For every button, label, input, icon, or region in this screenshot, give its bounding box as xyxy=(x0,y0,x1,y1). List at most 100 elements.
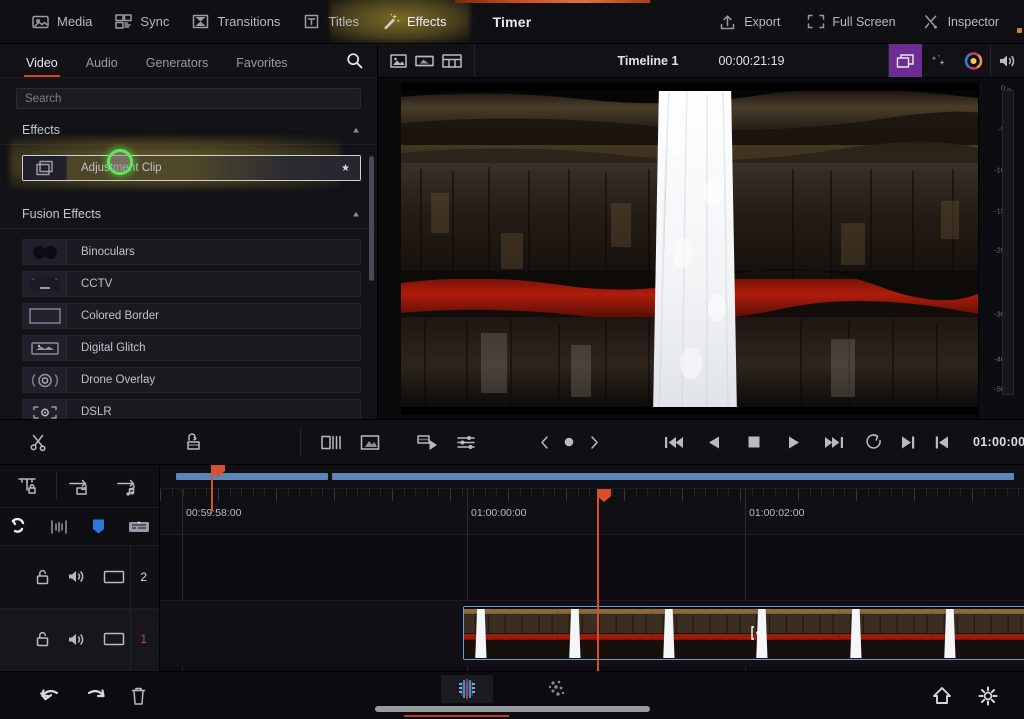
track-lock-button-2[interactable] xyxy=(34,568,51,586)
speaker-icon xyxy=(67,631,87,648)
snapshot-icon xyxy=(896,53,915,69)
lock-trim-button[interactable] xyxy=(0,465,56,507)
effects-sparkle-button[interactable] xyxy=(922,44,956,77)
jump-to-start-button[interactable] xyxy=(657,420,691,464)
favorite-star-icon[interactable]: ★ xyxy=(341,163,360,174)
timeline-ruler[interactable]: 00:59:58:00 01:00:00:00 01:00:02:00 xyxy=(160,489,1024,535)
audio-volume-icon xyxy=(998,53,1017,69)
effect-label-colored-border: Colored Border xyxy=(67,310,159,322)
ruler-tick xyxy=(1018,489,1019,496)
search-icon xyxy=(346,52,363,69)
mark-out-icon xyxy=(900,435,916,450)
place-on-top-button[interactable] xyxy=(411,420,445,464)
zoom-bar-segment-right[interactable] xyxy=(332,473,1014,480)
effect-item-drone-overlay[interactable]: Drone Overlay xyxy=(22,367,361,393)
timeline-tracks-area[interactable]: 00:59:58:00 01:00:00:00 01:00:02:00 xyxy=(160,465,1024,671)
keyboard-button[interactable] xyxy=(128,519,150,535)
timeline-zoom-scrollbar[interactable] xyxy=(160,465,1024,489)
next-marker-button[interactable] xyxy=(583,420,605,464)
current-timecode[interactable]: 01:00:00:23 xyxy=(959,435,1024,449)
ruler-tick xyxy=(775,489,776,496)
track-video-toggle-2[interactable] xyxy=(103,569,125,585)
track-header-2[interactable]: 2 xyxy=(0,546,159,608)
tab-favorites[interactable]: Favorites xyxy=(222,51,301,77)
split-viewer-icon[interactable] xyxy=(442,54,462,68)
jump-to-end-button[interactable] xyxy=(817,420,851,464)
overlay-edit-button[interactable] xyxy=(353,420,387,464)
zoom-bar-segment-left[interactable] xyxy=(176,473,328,480)
marker-blue-button[interactable] xyxy=(91,518,106,535)
ruler-tick xyxy=(241,489,242,496)
mark-out-button[interactable] xyxy=(891,420,925,464)
section-title-effects: Effects xyxy=(22,123,60,137)
tab-generators[interactable]: Generators xyxy=(132,51,223,77)
effect-item-colored-border[interactable]: Colored Border xyxy=(22,303,361,329)
effects-panel-scrollbar[interactable] xyxy=(369,156,374,281)
lock-trim-icon xyxy=(15,476,41,496)
track-lane-2[interactable] xyxy=(160,535,1024,601)
color-wheel-button[interactable] xyxy=(956,44,990,77)
play-icon xyxy=(787,435,801,450)
ruler-tick xyxy=(253,489,254,496)
audio-levels-icon xyxy=(456,434,476,451)
add-marker-button[interactable] xyxy=(557,420,581,464)
magnet-snap-button[interactable] xyxy=(9,518,27,536)
insert-clip-button[interactable] xyxy=(176,420,210,464)
video-track-icon xyxy=(103,631,125,647)
ruler-tick xyxy=(346,489,347,496)
flag-button[interactable] xyxy=(49,519,69,535)
audio-levels-button[interactable] xyxy=(449,420,483,464)
effects-library-tabs: Video Audio Generators Favorites xyxy=(0,44,377,78)
track-lock-button-1[interactable] xyxy=(34,630,51,648)
preview-image xyxy=(401,83,1001,415)
track-mute-button-2[interactable] xyxy=(67,568,87,585)
effect-item-cctv[interactable]: CCTV xyxy=(22,271,361,297)
search-toggle-button[interactable] xyxy=(331,44,377,77)
fusion-effects-list: Binoculars CCTV Colored Border xyxy=(0,229,377,431)
section-title-fusion-effects: Fusion Effects xyxy=(22,207,101,221)
video-preview-frame[interactable] xyxy=(401,83,1001,415)
page-scroll-indicator[interactable] xyxy=(375,706,650,712)
section-header-effects[interactable]: Effects ▲ xyxy=(0,115,377,145)
track-video-toggle-1[interactable] xyxy=(103,631,125,647)
audio-volume-button[interactable] xyxy=(990,44,1024,77)
split-edit-button[interactable] xyxy=(315,420,349,464)
effect-item-adjustment-clip[interactable]: Adjustment Clip ★ xyxy=(22,155,361,181)
timeline-clip-waterfall[interactable] xyxy=(463,606,1024,660)
effect-item-digital-glitch[interactable]: Digital Glitch xyxy=(22,335,361,361)
mark-in-button[interactable] xyxy=(925,420,959,464)
flag-icon xyxy=(49,519,69,535)
effect-item-binoculars[interactable]: Binoculars xyxy=(22,239,361,265)
ruler-tick xyxy=(299,489,300,496)
timeline-playhead[interactable] xyxy=(597,489,599,671)
play-reverse-icon xyxy=(707,435,721,450)
search-input[interactable]: Search xyxy=(16,88,361,109)
link-video-button[interactable] xyxy=(57,465,105,507)
tab-audio[interactable]: Audio xyxy=(72,51,132,77)
ruler-tick xyxy=(984,489,985,496)
track-lane-1[interactable] xyxy=(160,601,1024,667)
timeline-viewer-icon[interactable] xyxy=(415,54,434,68)
snapshot-button[interactable] xyxy=(888,44,922,77)
track-header-1[interactable]: 1 xyxy=(0,609,159,671)
play-button[interactable] xyxy=(777,420,811,464)
razor-tool-button[interactable] xyxy=(22,420,56,464)
link-audio-button[interactable] xyxy=(105,465,153,507)
ruler-tick xyxy=(659,489,660,496)
source-viewer-icon[interactable] xyxy=(390,54,407,68)
tab-video[interactable]: Video xyxy=(12,51,72,77)
stop-icon xyxy=(747,435,761,449)
play-reverse-button[interactable] xyxy=(697,420,731,464)
loop-button[interactable] xyxy=(857,420,891,464)
effect-label-drone-overlay: Drone Overlay xyxy=(67,374,155,386)
ruler-tick xyxy=(566,489,567,501)
section-header-fusion-effects[interactable]: Fusion Effects ▲ xyxy=(0,199,377,229)
track-mute-button-1[interactable] xyxy=(67,631,87,648)
color-page-button[interactable] xyxy=(531,675,583,703)
color-page-icon xyxy=(546,679,568,699)
cut-page-button[interactable] xyxy=(441,675,493,703)
effects-library-panel: Video Audio Generators Favorites Search … xyxy=(0,44,378,419)
prev-marker-button[interactable] xyxy=(533,420,555,464)
stop-button[interactable] xyxy=(737,420,771,464)
jump-end-icon xyxy=(824,435,844,450)
